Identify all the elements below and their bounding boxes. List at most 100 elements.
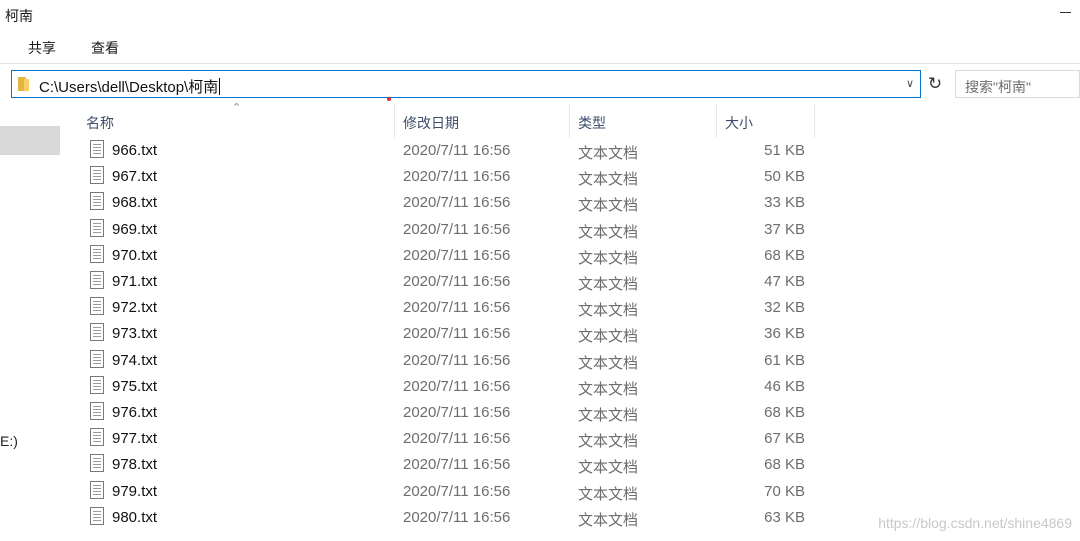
file-name: 975.txt — [112, 377, 158, 395]
file-size: 47 KB — [764, 273, 805, 290]
file-size: 46 KB — [764, 377, 805, 395]
title-bar: 柯南 — [0, 0, 1080, 30]
file-size: 68 KB — [764, 456, 805, 474]
file-name: 976.txt — [112, 404, 158, 421]
text-file-icon — [90, 428, 104, 447]
file-size: 68 KB — [764, 246, 805, 264]
column-name[interactable]: 名称 — [78, 104, 395, 138]
folder-icon — [18, 77, 29, 91]
file-row[interactable]: 976.txt 2020/7/11 16:56 文本文档 68 KB — [78, 400, 815, 426]
file-date: 2020/7/11 16:56 — [403, 404, 511, 421]
file-row[interactable]: 974.txt 2020/7/11 16:56 文本文档 61 KB — [78, 348, 815, 374]
file-type: 文本文档 — [578, 354, 639, 372]
file-size: 61 KB — [764, 351, 805, 369]
address-path-text: C:\Users\dell\Desktop\柯南 — [39, 79, 219, 96]
minimize-icon[interactable] — [1058, 4, 1074, 20]
chevron-down-icon[interactable]: ∨ — [903, 77, 917, 91]
file-size: 36 KB — [764, 325, 805, 343]
file-size: 50 KB — [764, 168, 805, 186]
address-path[interactable]: C:\Users\dell\Desktop\柯南 — [39, 76, 221, 97]
search-placeholder: 搜索"柯南" — [965, 79, 1031, 95]
file-date: 2020/7/11 16:56 — [403, 508, 511, 526]
file-date: 2020/7/11 16:56 — [403, 456, 511, 474]
window-title: 柯南 — [5, 8, 33, 24]
file-name: 971.txt — [112, 273, 158, 290]
text-file-icon — [90, 375, 104, 394]
text-file-icon — [90, 297, 104, 316]
file-type: 文本文档 — [578, 328, 639, 346]
text-file-icon — [90, 402, 104, 420]
tab-view[interactable]: 查看 — [87, 38, 123, 58]
file-size: 68 KB — [764, 404, 805, 421]
tab-share[interactable]: 共享 — [24, 38, 60, 58]
column-header: ⌃ 名称 修改日期 类型 大小 — [78, 102, 815, 138]
file-date: 2020/7/11 16:56 — [403, 142, 511, 159]
file-size: 63 KB — [764, 508, 805, 526]
file-name: 979.txt — [112, 482, 158, 500]
file-size: 51 KB — [764, 142, 805, 159]
file-name: 973.txt — [112, 325, 158, 343]
file-date: 2020/7/11 16:56 — [403, 377, 511, 395]
file-type: 文本文档 — [578, 407, 639, 424]
nav-item-drive[interactable]: E:) — [0, 433, 18, 449]
text-file-icon — [90, 506, 104, 525]
file-row[interactable]: 968.txt 2020/7/11 16:56 文本文档 33 KB — [78, 190, 815, 216]
file-type: 文本文档 — [578, 276, 639, 293]
column-date[interactable]: 修改日期 — [395, 104, 570, 138]
file-size: 37 KB — [764, 220, 805, 238]
text-file-icon — [90, 454, 104, 473]
search-input[interactable]: 搜索"柯南" — [955, 70, 1080, 98]
file-type: 文本文档 — [578, 145, 639, 162]
column-size[interactable]: 大小 — [717, 104, 815, 138]
text-file-icon — [90, 192, 104, 211]
file-size: 32 KB — [764, 299, 805, 317]
file-row[interactable]: 971.txt 2020/7/11 16:56 文本文档 47 KB — [78, 269, 815, 295]
file-row[interactable]: 977.txt 2020/7/11 16:56 文本文档 67 KB — [78, 426, 815, 452]
text-file-icon — [90, 271, 104, 289]
file-row[interactable]: 972.txt 2020/7/11 16:56 文本文档 32 KB — [78, 295, 815, 321]
text-file-icon — [90, 166, 104, 185]
file-date: 2020/7/11 16:56 — [403, 273, 511, 290]
file-type: 文本文档 — [578, 459, 639, 477]
file-name: 968.txt — [112, 194, 158, 212]
file-name: 978.txt — [112, 456, 158, 474]
text-file-icon — [90, 218, 104, 237]
file-date: 2020/7/11 16:56 — [403, 246, 511, 264]
file-row[interactable]: 979.txt 2020/7/11 16:56 文本文档 70 KB — [78, 479, 815, 505]
file-row[interactable]: 978.txt 2020/7/11 16:56 文本文档 68 KB — [78, 452, 815, 478]
file-type: 文本文档 — [578, 433, 639, 451]
file-date: 2020/7/11 16:56 — [403, 325, 511, 343]
file-date: 2020/7/11 16:56 — [403, 194, 511, 212]
file-date: 2020/7/11 16:56 — [403, 220, 511, 238]
file-row[interactable]: 966.txt 2020/7/11 16:56 文本文档 51 KB — [78, 138, 815, 164]
file-date: 2020/7/11 16:56 — [403, 168, 511, 186]
file-name: 972.txt — [112, 299, 158, 317]
file-name: 977.txt — [112, 430, 158, 448]
text-file-icon — [90, 323, 104, 342]
file-name: 980.txt — [112, 508, 158, 526]
file-row[interactable]: 973.txt 2020/7/11 16:56 文本文档 36 KB — [78, 321, 815, 347]
text-file-icon — [90, 244, 104, 263]
text-caret — [219, 78, 221, 95]
ribbon: 共享 查看 — [0, 34, 1080, 64]
file-type: 文本文档 — [578, 223, 639, 241]
address-bar[interactable]: C:\Users\dell\Desktop\柯南 ∨ — [11, 70, 921, 98]
file-row[interactable]: 980.txt 2020/7/11 16:56 文本文档 63 KB — [78, 505, 815, 531]
file-size: 70 KB — [764, 482, 805, 500]
file-row[interactable]: 967.txt 2020/7/11 16:56 文本文档 50 KB — [78, 164, 815, 190]
text-file-icon — [90, 140, 104, 158]
column-type[interactable]: 类型 — [570, 104, 717, 138]
file-row[interactable]: 970.txt 2020/7/11 16:56 文本文档 68 KB — [78, 243, 815, 269]
file-name: 969.txt — [112, 220, 158, 238]
file-row[interactable]: 969.txt 2020/7/11 16:56 文本文档 37 KB — [78, 217, 815, 243]
file-name: 970.txt — [112, 246, 158, 264]
file-type: 文本文档 — [578, 380, 639, 398]
file-type: 文本文档 — [578, 249, 639, 267]
file-date: 2020/7/11 16:56 — [403, 430, 511, 448]
file-size: 33 KB — [764, 194, 805, 212]
file-row[interactable]: 975.txt 2020/7/11 16:56 文本文档 46 KB — [78, 374, 815, 400]
file-type: 文本文档 — [578, 197, 639, 215]
nav-item-selected[interactable] — [0, 126, 60, 155]
refresh-icon[interactable]: ↻ — [925, 74, 945, 94]
file-date: 2020/7/11 16:56 — [403, 351, 511, 369]
